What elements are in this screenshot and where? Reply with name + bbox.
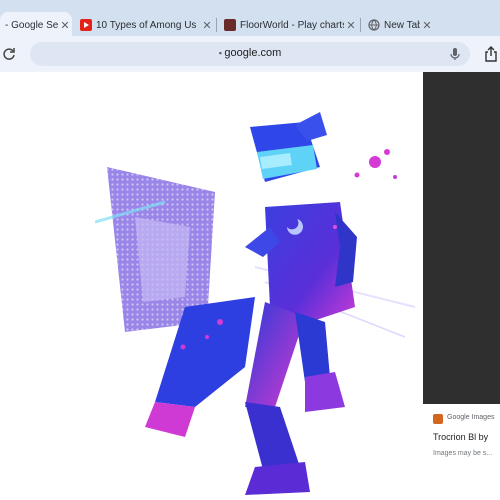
- tab-title: FloorWorld - Play charts: [240, 19, 344, 31]
- tab-title: 10 Types of Among Us: [96, 19, 197, 31]
- microphone-icon[interactable]: [448, 47, 462, 61]
- tab-google-search[interactable]: - Google Se ✕: [0, 12, 72, 38]
- share-icon[interactable]: [484, 46, 498, 62]
- result-source: Google Images: [447, 414, 495, 421]
- character-artwork-image[interactable]: [95, 107, 425, 497]
- tab-separator: [216, 18, 217, 32]
- tab-separator: [360, 18, 361, 32]
- tab-youtube[interactable]: 10 Types of Among Us ✕: [74, 12, 214, 38]
- url-text: ▪ google.com: [218, 47, 282, 59]
- tab-floorworld[interactable]: FloorWorld - Play charts ✕: [218, 12, 358, 38]
- tab-strip: - Google Se ✕ 10 Types of Among Us ✕ Flo…: [0, 0, 500, 38]
- image-preview-panel[interactable]: [423, 72, 500, 404]
- youtube-icon: [80, 19, 92, 31]
- globe-icon: [368, 19, 380, 31]
- result-title[interactable]: Trocrion Bl by: [433, 432, 488, 442]
- close-icon[interactable]: ✕: [344, 19, 358, 32]
- address-bar[interactable]: ▪ google.com: [30, 42, 470, 66]
- site-favicon: [433, 414, 443, 424]
- close-icon[interactable]: ✕: [58, 19, 72, 32]
- close-icon[interactable]: ✕: [200, 19, 214, 32]
- tab-title: - Google Se: [5, 19, 58, 31]
- tab-title: New Tab: [384, 19, 420, 31]
- tab-new-tab[interactable]: New Tab ✕: [362, 12, 434, 38]
- site-icon: [224, 19, 236, 31]
- result-note: Images may be s...: [433, 450, 493, 457]
- toolbar: ▪ google.com: [0, 36, 500, 72]
- page-content: Google Images Trocrion Bl by Images may …: [0, 72, 500, 500]
- close-icon[interactable]: ✕: [420, 19, 434, 32]
- search-result-card[interactable]: Google Images Trocrion Bl by Images may …: [423, 410, 500, 470]
- reload-icon[interactable]: [2, 47, 16, 61]
